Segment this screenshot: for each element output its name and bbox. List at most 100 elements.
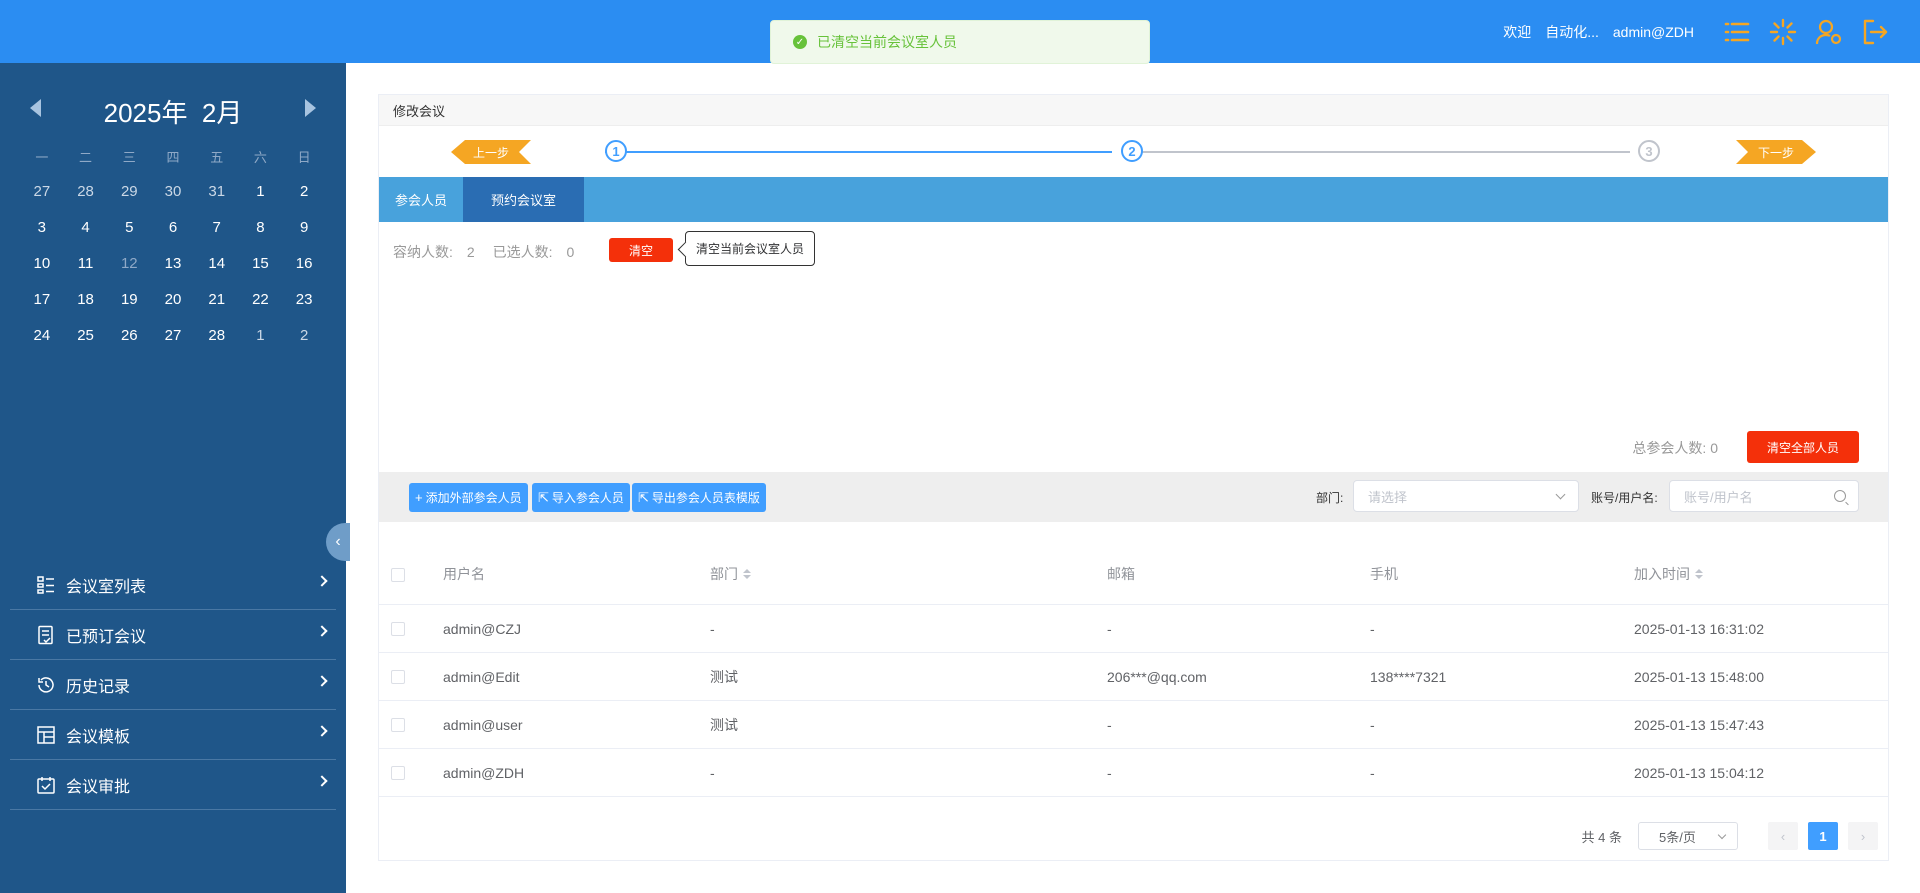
calendar-day[interactable]: 27: [151, 317, 195, 353]
calendar-day[interactable]: 7: [195, 209, 239, 245]
calendar-day[interactable]: 23: [282, 281, 326, 317]
calendar-day[interactable]: 31: [195, 173, 239, 209]
menu-item-history[interactable]: 历史记录: [10, 660, 336, 710]
import-button[interactable]: ⇱ 导入参会人员: [532, 483, 630, 512]
calendar-day[interactable]: 21: [195, 281, 239, 317]
calendar-month: 2月: [201, 97, 243, 128]
cell-username: admin@user: [443, 716, 523, 733]
calendar-day[interactable]: 5: [107, 209, 151, 245]
tab-attendees[interactable]: 参会人员: [379, 177, 463, 222]
cell-join-time: 2025-01-13 15:04:12: [1634, 764, 1764, 781]
clear-room-button[interactable]: 清空: [609, 238, 673, 262]
menu-item-template[interactable]: 会议模板: [10, 710, 336, 760]
calendar-day[interactable]: 2: [282, 317, 326, 353]
step-3[interactable]: 3: [1638, 140, 1660, 162]
calendar-day[interactable]: 16: [282, 245, 326, 281]
calendar-day[interactable]: 1: [239, 173, 283, 209]
dept-select[interactable]: 请选择: [1353, 480, 1579, 512]
calendar-day[interactable]: 27: [20, 173, 64, 209]
calendar-day[interactable]: 11: [64, 245, 108, 281]
step-2[interactable]: 2: [1121, 140, 1143, 162]
prev-step-button[interactable]: 上一步: [451, 140, 531, 164]
col-dept[interactable]: 部门: [710, 543, 751, 604]
calendar-day[interactable]: 3: [20, 209, 64, 245]
page-number[interactable]: 1: [1808, 822, 1838, 850]
menu-item-booked[interactable]: 已预订会议: [10, 610, 336, 660]
prev-page-button[interactable]: ‹: [1768, 822, 1798, 850]
calendar-day[interactable]: 18: [64, 281, 108, 317]
cell-phone: 138****7321: [1370, 668, 1447, 685]
sidebar: 2025年 2月 一 二 三 四 五 六 日 27 28 29 30 31 1 2 3 4 5 6 7…: [0, 63, 350, 893]
calendar-day[interactable]: 12: [107, 245, 151, 281]
cell-phone: -: [1370, 620, 1375, 637]
calendar-day[interactable]: 4: [64, 209, 108, 245]
chevron-right-icon: [316, 725, 328, 737]
weekday: 一: [35, 149, 49, 165]
menu-list-icon[interactable]: [1720, 15, 1754, 49]
logout-icon[interactable]: [1858, 15, 1892, 49]
calendar-day[interactable]: 20: [151, 281, 195, 317]
tab-book-room[interactable]: 预约会议室: [463, 177, 585, 222]
row-checkbox[interactable]: [391, 766, 405, 780]
cell-email: -: [1107, 620, 1112, 637]
weekday: 六: [253, 149, 267, 165]
account-search-input[interactable]: 账号/用户名: [1669, 480, 1859, 512]
table-row: admin@user 测试 - - 2025-01-13 15:47:43: [379, 701, 1888, 749]
next-page-button[interactable]: ›: [1848, 822, 1878, 850]
calendar-day[interactable]: 28: [64, 173, 108, 209]
calendar-day[interactable]: 6: [151, 209, 195, 245]
calendar-grid: 一 二 三 四 五 六 日 27 28 29 30 31 1 2 3 4 5 6 7 8 9 10 11 12 1…: [20, 139, 326, 353]
page-size-select[interactable]: 5条/页: [1638, 822, 1738, 850]
calendar-day[interactable]: 24: [20, 317, 64, 353]
calendar-day[interactable]: 28: [195, 317, 239, 353]
col-join-time[interactable]: 加入时间: [1634, 543, 1703, 604]
select-all-checkbox[interactable]: [391, 568, 405, 582]
loading-icon[interactable]: [1766, 15, 1800, 49]
menu-label: 会议审批: [66, 778, 131, 796]
calendar-day[interactable]: 29: [107, 173, 151, 209]
cell-dept: -: [710, 620, 715, 637]
calendar-day[interactable]: 8: [239, 209, 283, 245]
org-name: 自动化...: [1545, 23, 1599, 40]
page-size-value: 5条/页: [1659, 829, 1696, 845]
calendar-day[interactable]: 30: [151, 173, 195, 209]
cell-dept: 测试: [710, 716, 738, 733]
chevron-right-icon: [316, 675, 328, 687]
sort-icon[interactable]: [743, 568, 751, 579]
clear-all-button[interactable]: 清空全部人员: [1747, 431, 1859, 463]
next-step-button[interactable]: 下一步: [1736, 140, 1816, 164]
calendar-day[interactable]: 1: [239, 317, 283, 353]
edit-meeting-panel: 修改会议 上一步 1 2 3 下一步 参会人员 预约会议室 容纳人数: 2 已选人…: [378, 94, 1889, 861]
export-template-button[interactable]: ⇱ 导出参会人员表模版: [632, 483, 766, 512]
calendar-day[interactable]: 13: [151, 245, 195, 281]
user-settings-icon[interactable]: [1812, 15, 1846, 49]
row-checkbox[interactable]: [391, 718, 405, 732]
calendar-day[interactable]: 25: [64, 317, 108, 353]
tab-bar: 参会人员 预约会议室: [379, 177, 1888, 222]
add-external-button[interactable]: + 添加外部参会人员: [409, 483, 528, 512]
cell-phone: -: [1370, 764, 1375, 781]
collapse-sidebar-button[interactable]: ‹: [326, 523, 350, 561]
menu-item-approval[interactable]: 会议审批: [10, 760, 336, 810]
calendar-day[interactable]: 15: [239, 245, 283, 281]
calendar-day[interactable]: 2: [282, 173, 326, 209]
sort-icon[interactable]: [1695, 568, 1703, 579]
row-checkbox[interactable]: [391, 670, 405, 684]
calendar-day[interactable]: 10: [20, 245, 64, 281]
total-attendees: 总参会人数: 0: [1632, 438, 1718, 458]
calendar-day[interactable]: 19: [107, 281, 151, 317]
list-icon: [36, 575, 56, 595]
cell-email: 206***@qq.com: [1107, 668, 1207, 685]
calendar-day[interactable]: 17: [20, 281, 64, 317]
calendar-day[interactable]: 26: [107, 317, 151, 353]
calendar-day[interactable]: 14: [195, 245, 239, 281]
side-menu: 会议室列表 已预订会议 历史记录 会议模板 会议审批: [10, 560, 336, 810]
next-month-icon[interactable]: [305, 99, 316, 117]
room-info: 容纳人数: 2 已选人数: 0 清空 清空当前会议室人员 总参会人数: 0 清空全部…: [379, 222, 1888, 472]
attendee-toolbar: + 添加外部参会人员 ⇱ 导入参会人员 ⇱ 导出参会人员表模版 部门: 请选择 账号/…: [379, 472, 1888, 522]
calendar-day[interactable]: 22: [239, 281, 283, 317]
step-1[interactable]: 1: [605, 140, 627, 162]
menu-item-room-list[interactable]: 会议室列表: [10, 560, 336, 610]
calendar-day[interactable]: 9: [282, 209, 326, 245]
row-checkbox[interactable]: [391, 622, 405, 636]
